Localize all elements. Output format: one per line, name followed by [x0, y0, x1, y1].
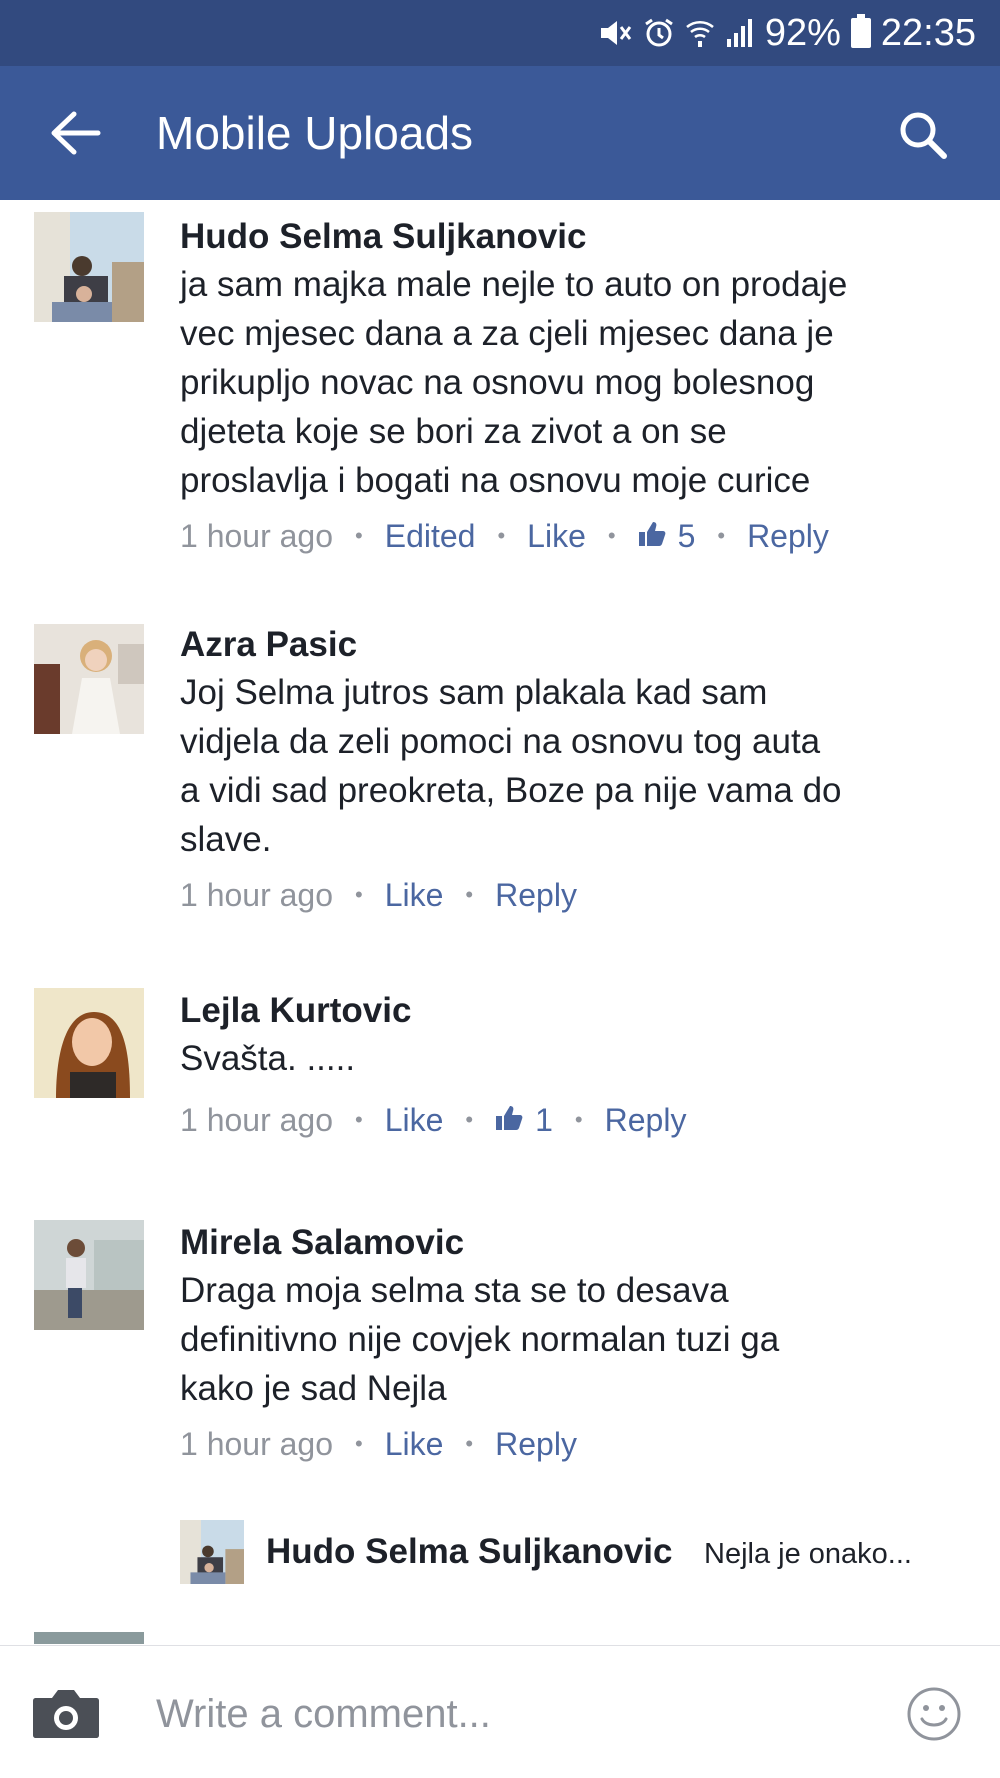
separator-dot: •: [355, 1107, 363, 1132]
avatar[interactable]: [34, 624, 144, 734]
comment-author[interactable]: Mirela Salamovic: [180, 1220, 960, 1266]
search-icon[interactable]: [896, 108, 950, 162]
arrow-left-icon[interactable]: [48, 108, 102, 158]
reply-button[interactable]: Reply: [495, 1421, 577, 1467]
comment-line: Draga moja selma sta se to desava: [180, 1271, 729, 1310]
separator-dot: •: [465, 1107, 474, 1132]
separator-dot: •: [355, 1431, 363, 1456]
separator-dot: •: [465, 882, 474, 907]
comment-line: slave.: [180, 820, 272, 859]
avatar[interactable]: [34, 1220, 144, 1330]
comment-line: kako je sad Nejla: [180, 1369, 447, 1408]
comment-line: definitivno nije covjek normalan tuzi ga: [180, 1320, 780, 1359]
like-button[interactable]: Like: [527, 513, 586, 559]
avatar[interactable]: [34, 988, 144, 1098]
comment-line: proslavlja i bogati na osnovu moje curic…: [180, 461, 811, 500]
alarm-icon: [643, 17, 675, 49]
smiley-icon[interactable]: [906, 1686, 962, 1742]
signal-icon: [725, 17, 755, 49]
comment-body: Mirela Salamovic Draga moja selma sta se…: [180, 1220, 960, 1467]
comment-time: 1 hour ago: [180, 1102, 334, 1138]
comment-line: vidjela da zeli pomoci na osnovu tog aut…: [180, 722, 821, 761]
separator-dot: •: [574, 1107, 583, 1132]
reply-button[interactable]: Reply: [605, 1097, 687, 1143]
comment-body: Hudo Selma Suljkanovic ja sam majka male…: [180, 214, 960, 559]
comment-body: Azra Pasic Joj Selma jutros sam plakala …: [180, 622, 960, 918]
comment-composer: Write a comment...: [0, 1645, 1000, 1778]
like-count[interactable]: 1: [495, 1097, 553, 1143]
comment-line: djeteta koje se bori za zivot a on se: [180, 412, 727, 451]
comment-time: 1 hour ago: [180, 518, 334, 554]
wifi-icon: [685, 17, 715, 49]
like-button[interactable]: Like: [385, 1097, 444, 1143]
avatar[interactable]: [180, 1520, 244, 1584]
like-count[interactable]: 5: [638, 513, 696, 559]
reply-text: Nejla je onako...: [704, 1538, 912, 1570]
camera-icon[interactable]: [30, 1686, 102, 1742]
comment-input[interactable]: Write a comment...: [156, 1690, 491, 1738]
comment-author[interactable]: Azra Pasic: [180, 622, 960, 668]
comment-line: vec mjesec dana a za cjeli mjesec dana j…: [180, 314, 834, 353]
comment-line: ja sam majka male nejle to auto on proda…: [180, 265, 848, 304]
battery-icon: [850, 14, 871, 48]
like-count-value: 1: [535, 1102, 553, 1138]
comment-line: prikupljo novac na osnovu mog bolesnog: [180, 363, 815, 402]
comment-time: 1 hour ago: [180, 1426, 334, 1462]
reply-preview[interactable]: Hudo Selma Suljkanovic Nejla je onako...: [180, 1520, 980, 1590]
edited-link[interactable]: Edited: [385, 513, 476, 559]
avatar[interactable]: [34, 212, 144, 322]
comment-body: Lejla Kurtovic Svašta. ..... 1 hour ago …: [180, 988, 960, 1143]
mute-icon: [597, 17, 633, 49]
comment-actions: 1 hour ago • Like • Reply: [180, 872, 960, 918]
like-button[interactable]: Like: [385, 1421, 444, 1467]
separator-dot: •: [497, 523, 506, 548]
app-bar: Mobile Uploads: [0, 66, 1000, 200]
separator-dot: •: [717, 523, 726, 548]
status-bar: 92% 22:35: [0, 0, 1000, 66]
comment-time: 1 hour ago: [180, 877, 334, 913]
clock: 22:35: [880, 11, 976, 54]
battery-percent: 92%: [764, 11, 841, 54]
comment-text: Joj Selma jutros sam plakala kad sam vid…: [180, 668, 960, 864]
page-title: Mobile Uploads: [156, 107, 474, 159]
thumbs-up-icon: [495, 1097, 523, 1143]
reply-button[interactable]: Reply: [747, 513, 829, 559]
comment-line: Svašta. .....: [180, 1039, 356, 1078]
like-count-value: 5: [677, 518, 696, 554]
status-icons: 92% 22:35: [597, 8, 976, 58]
comment-actions: 1 hour ago • Like • Reply: [180, 1421, 960, 1467]
comment-actions: 1 hour ago • Edited • Like • 5 • Reply: [180, 513, 960, 559]
comment-author[interactable]: Hudo Selma Suljkanovic: [180, 214, 960, 260]
comment-line: Joj Selma jutros sam plakala kad sam: [180, 673, 768, 712]
separator-dot: •: [607, 523, 616, 548]
like-button[interactable]: Like: [385, 872, 444, 918]
comment-text: Svašta. .....: [180, 1034, 960, 1083]
comment-author[interactable]: Lejla Kurtovic: [180, 988, 960, 1034]
separator-dot: •: [355, 882, 363, 907]
comment-line: a vidi sad preokreta, Boze pa nije vama …: [180, 771, 842, 810]
avatar: [34, 1632, 144, 1644]
reply-author[interactable]: Hudo Selma Suljkanovic: [266, 1530, 673, 1574]
comment-text: Draga moja selma sta se to desava defini…: [180, 1266, 960, 1413]
separator-dot: •: [355, 523, 363, 548]
reply-button[interactable]: Reply: [495, 872, 577, 918]
comment-text: ja sam majka male nejle to auto on proda…: [180, 260, 960, 505]
separator-dot: •: [465, 1431, 474, 1456]
comment-actions: 1 hour ago • Like • 1 • Reply: [180, 1097, 960, 1143]
thumbs-up-icon: [638, 513, 666, 559]
